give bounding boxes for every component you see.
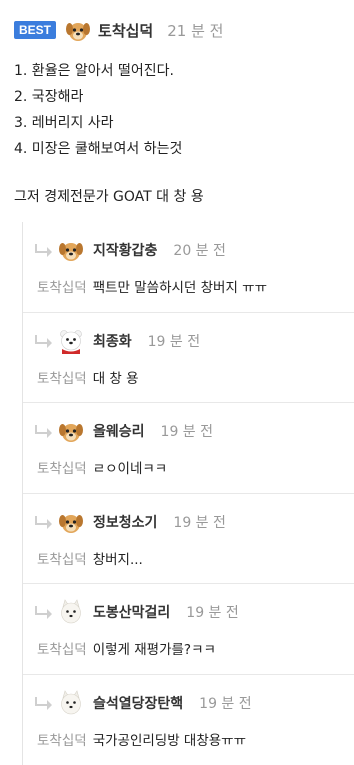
comment-time: 21 분 전 — [167, 21, 224, 40]
reply-item: 지작황갑충 20 분 전 토착십덕 팩트만 말씀하시던 창버지 ㅠㅠ — [23, 222, 354, 313]
reply-item: 최종화 19 분 전 토착십덕 대 창 용 — [23, 313, 354, 403]
puppy-avatar[interactable] — [57, 508, 85, 536]
reply-text: 토착십덕 팩트만 말씀하시던 창버지 ㅠㅠ — [37, 278, 267, 298]
reply-item: 슬석열당장탄핵 19 분 전 토착십덕 국가공인리딩방 대창용ㅠㅠ — [23, 675, 354, 765]
reply-time: 19 분 전 — [173, 514, 226, 531]
reply-time: 19 분 전 — [199, 695, 252, 712]
puppy-avatar[interactable] — [57, 417, 85, 445]
reply-nickname[interactable]: 올웨승리 — [93, 421, 145, 441]
reply-mention[interactable]: 토착십덕 — [37, 371, 87, 387]
reply-content: 이렇게 재평가를?ㅋㅋ — [92, 642, 216, 658]
puppy-avatar[interactable] — [57, 236, 85, 264]
comment-line: 2. 국장해라 — [14, 89, 84, 105]
polar-bear-avatar[interactable] — [57, 327, 85, 355]
reply-header: 도봉산막걸리 19 분 전 — [35, 596, 239, 628]
reply-nickname[interactable]: 정보청소기 — [93, 512, 157, 532]
reply-nickname[interactable]: 도봉산막걸리 — [93, 602, 170, 622]
reply-item: 도봉산막걸리 19 분 전 토착십덕 이렇게 재평가를?ㅋㅋ — [23, 584, 354, 675]
reply-nickname[interactable]: 지작황갑충 — [93, 240, 157, 260]
reply-mention[interactable]: 토착십덕 — [37, 552, 87, 568]
reply-content: 국가공인리딩방 대창용ㅠㅠ — [92, 732, 247, 749]
reply-content: 팩트만 말씀하시던 창버지 ㅠㅠ — [92, 280, 268, 296]
reply-list: 지작황갑충 20 분 전 토착십덕 팩트만 말씀하시던 창버지 ㅠㅠ 최종화 19… — [22, 222, 354, 765]
reply-arrow-icon — [35, 244, 52, 257]
reply-nickname[interactable]: 최종화 — [93, 331, 132, 351]
best-comment-body: 1. 환율은 알아서 떨어진다. 2. 국장해라 3. 레버리지 사라 4. 미… — [14, 58, 344, 162]
reply-time: 19 분 전 — [160, 424, 214, 440]
best-comment-header: BEST 토착십덕 21 분 전 — [14, 14, 344, 46]
comment-line: 1. 환율은 알아서 떨어진다. — [14, 63, 174, 79]
reply-text: 토착십덕 ㄹㅇ이네ㅋㅋ — [37, 459, 167, 479]
reply-item: 올웨승리 19 분 전 토착십덕 ㄹㅇ이네ㅋㅋ — [23, 403, 354, 494]
reply-arrow-icon — [35, 425, 52, 438]
puppy-avatar[interactable] — [64, 16, 92, 44]
reply-arrow-icon — [35, 696, 52, 710]
comment-line: 3. 레버리지 사라 — [14, 115, 114, 131]
reply-text: 토착십덕 이렇게 재평가를?ㅋㅋ — [37, 640, 216, 660]
reply-header: 최종화 19 분 전 — [35, 325, 200, 357]
reply-content: 대 창 용 — [92, 370, 139, 387]
reply-time: 19 분 전 — [147, 333, 201, 350]
reply-text: 토착십덕 대 창 용 — [37, 369, 139, 389]
reply-text: 토착십덕 국가공인리딩방 대창용ㅠㅠ — [37, 731, 246, 751]
white-dog-avatar[interactable] — [57, 598, 85, 626]
reply-header: 슬석열당장탄핵 19 분 전 — [35, 687, 252, 719]
reply-header: 올웨승리 19 분 전 — [35, 415, 213, 447]
reply-content: 창버지... — [92, 551, 143, 568]
reply-header: 정보청소기 19 분 전 — [35, 506, 226, 538]
reply-time: 20 분 전 — [173, 243, 226, 259]
comment-line: 4. 미장은 쿨해보여서 하는것 — [14, 141, 183, 157]
white-dog-avatar[interactable] — [57, 689, 85, 717]
best-badge: BEST — [14, 21, 57, 39]
reply-nickname[interactable]: 슬석열당장탄핵 — [93, 693, 183, 713]
reply-header: 지작황갑충 20 분 전 — [35, 234, 226, 266]
reply-mention[interactable]: 토착십덕 — [37, 733, 87, 749]
comment-closing-line: 그저 경제전문가 GOAT 대 창 용 — [14, 189, 204, 205]
reply-mention[interactable]: 토착십덕 — [37, 642, 87, 658]
reply-item: 정보청소기 19 분 전 토착십덕 창버지... — [23, 494, 354, 584]
reply-mention[interactable]: 토착십덕 — [37, 280, 87, 296]
author-nickname[interactable]: 토착십덕 — [98, 20, 153, 41]
reply-mention[interactable]: 토착십덕 — [37, 461, 87, 477]
reply-time: 19 분 전 — [186, 605, 239, 621]
reply-text: 토착십덕 창버지... — [37, 550, 143, 570]
reply-arrow-icon — [35, 606, 52, 619]
reply-arrow-icon — [35, 334, 52, 348]
reply-content: ㄹㅇ이네ㅋㅋ — [92, 461, 168, 477]
reply-arrow-icon — [35, 515, 52, 529]
